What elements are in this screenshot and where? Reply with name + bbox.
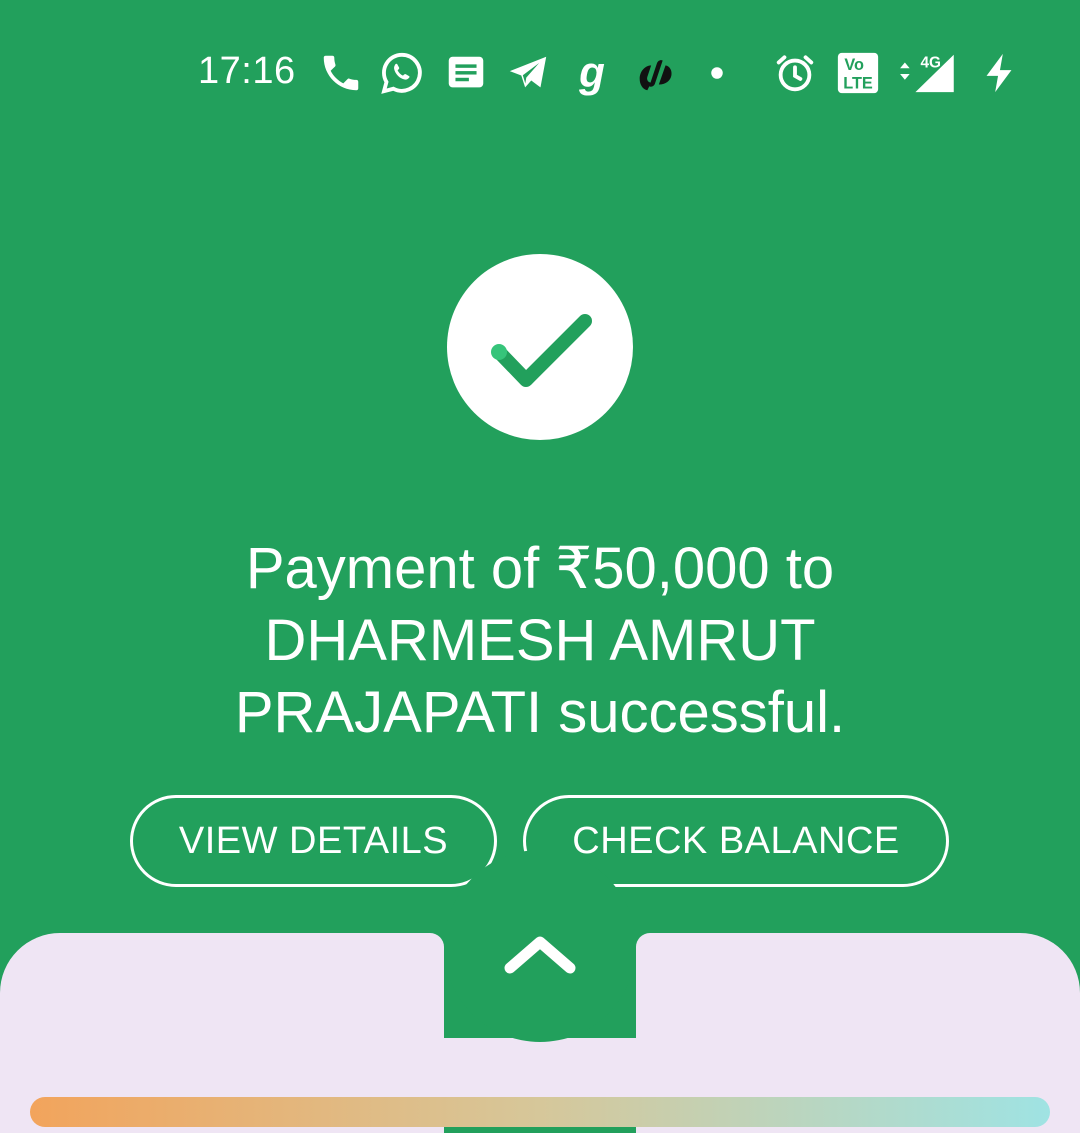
- signal-4g-icon: 4G: [893, 50, 957, 96]
- view-details-button[interactable]: VIEW DETAILS: [130, 795, 497, 887]
- app-icon: [632, 50, 678, 96]
- volte-label-bottom: LTE: [843, 74, 873, 92]
- volte-icon: Vo LTE: [835, 50, 881, 96]
- message-icon: [443, 50, 489, 96]
- promo-banner: [30, 1097, 1050, 1127]
- dot-icon: [694, 50, 740, 96]
- phone-icon: [318, 50, 364, 96]
- status-time: 17:16: [198, 50, 296, 92]
- whatsapp-icon: [379, 50, 425, 96]
- volte-label-top: Vo: [844, 56, 864, 74]
- chevron-up-icon[interactable]: [500, 930, 580, 980]
- telegram-icon: [505, 50, 551, 96]
- g-app-icon: g: [569, 50, 615, 96]
- network-label: 4G: [921, 54, 941, 71]
- status-bar: 17:16 g Vo LTE 4G: [0, 0, 1080, 145]
- success-check-icon: [447, 254, 633, 440]
- charging-icon: [976, 50, 1022, 96]
- payment-success-message: Payment of ₹50,000 to DHARMESH AMRUT PRA…: [234, 536, 846, 745]
- svg-text:g: g: [578, 50, 605, 95]
- alarm-icon: [772, 50, 818, 96]
